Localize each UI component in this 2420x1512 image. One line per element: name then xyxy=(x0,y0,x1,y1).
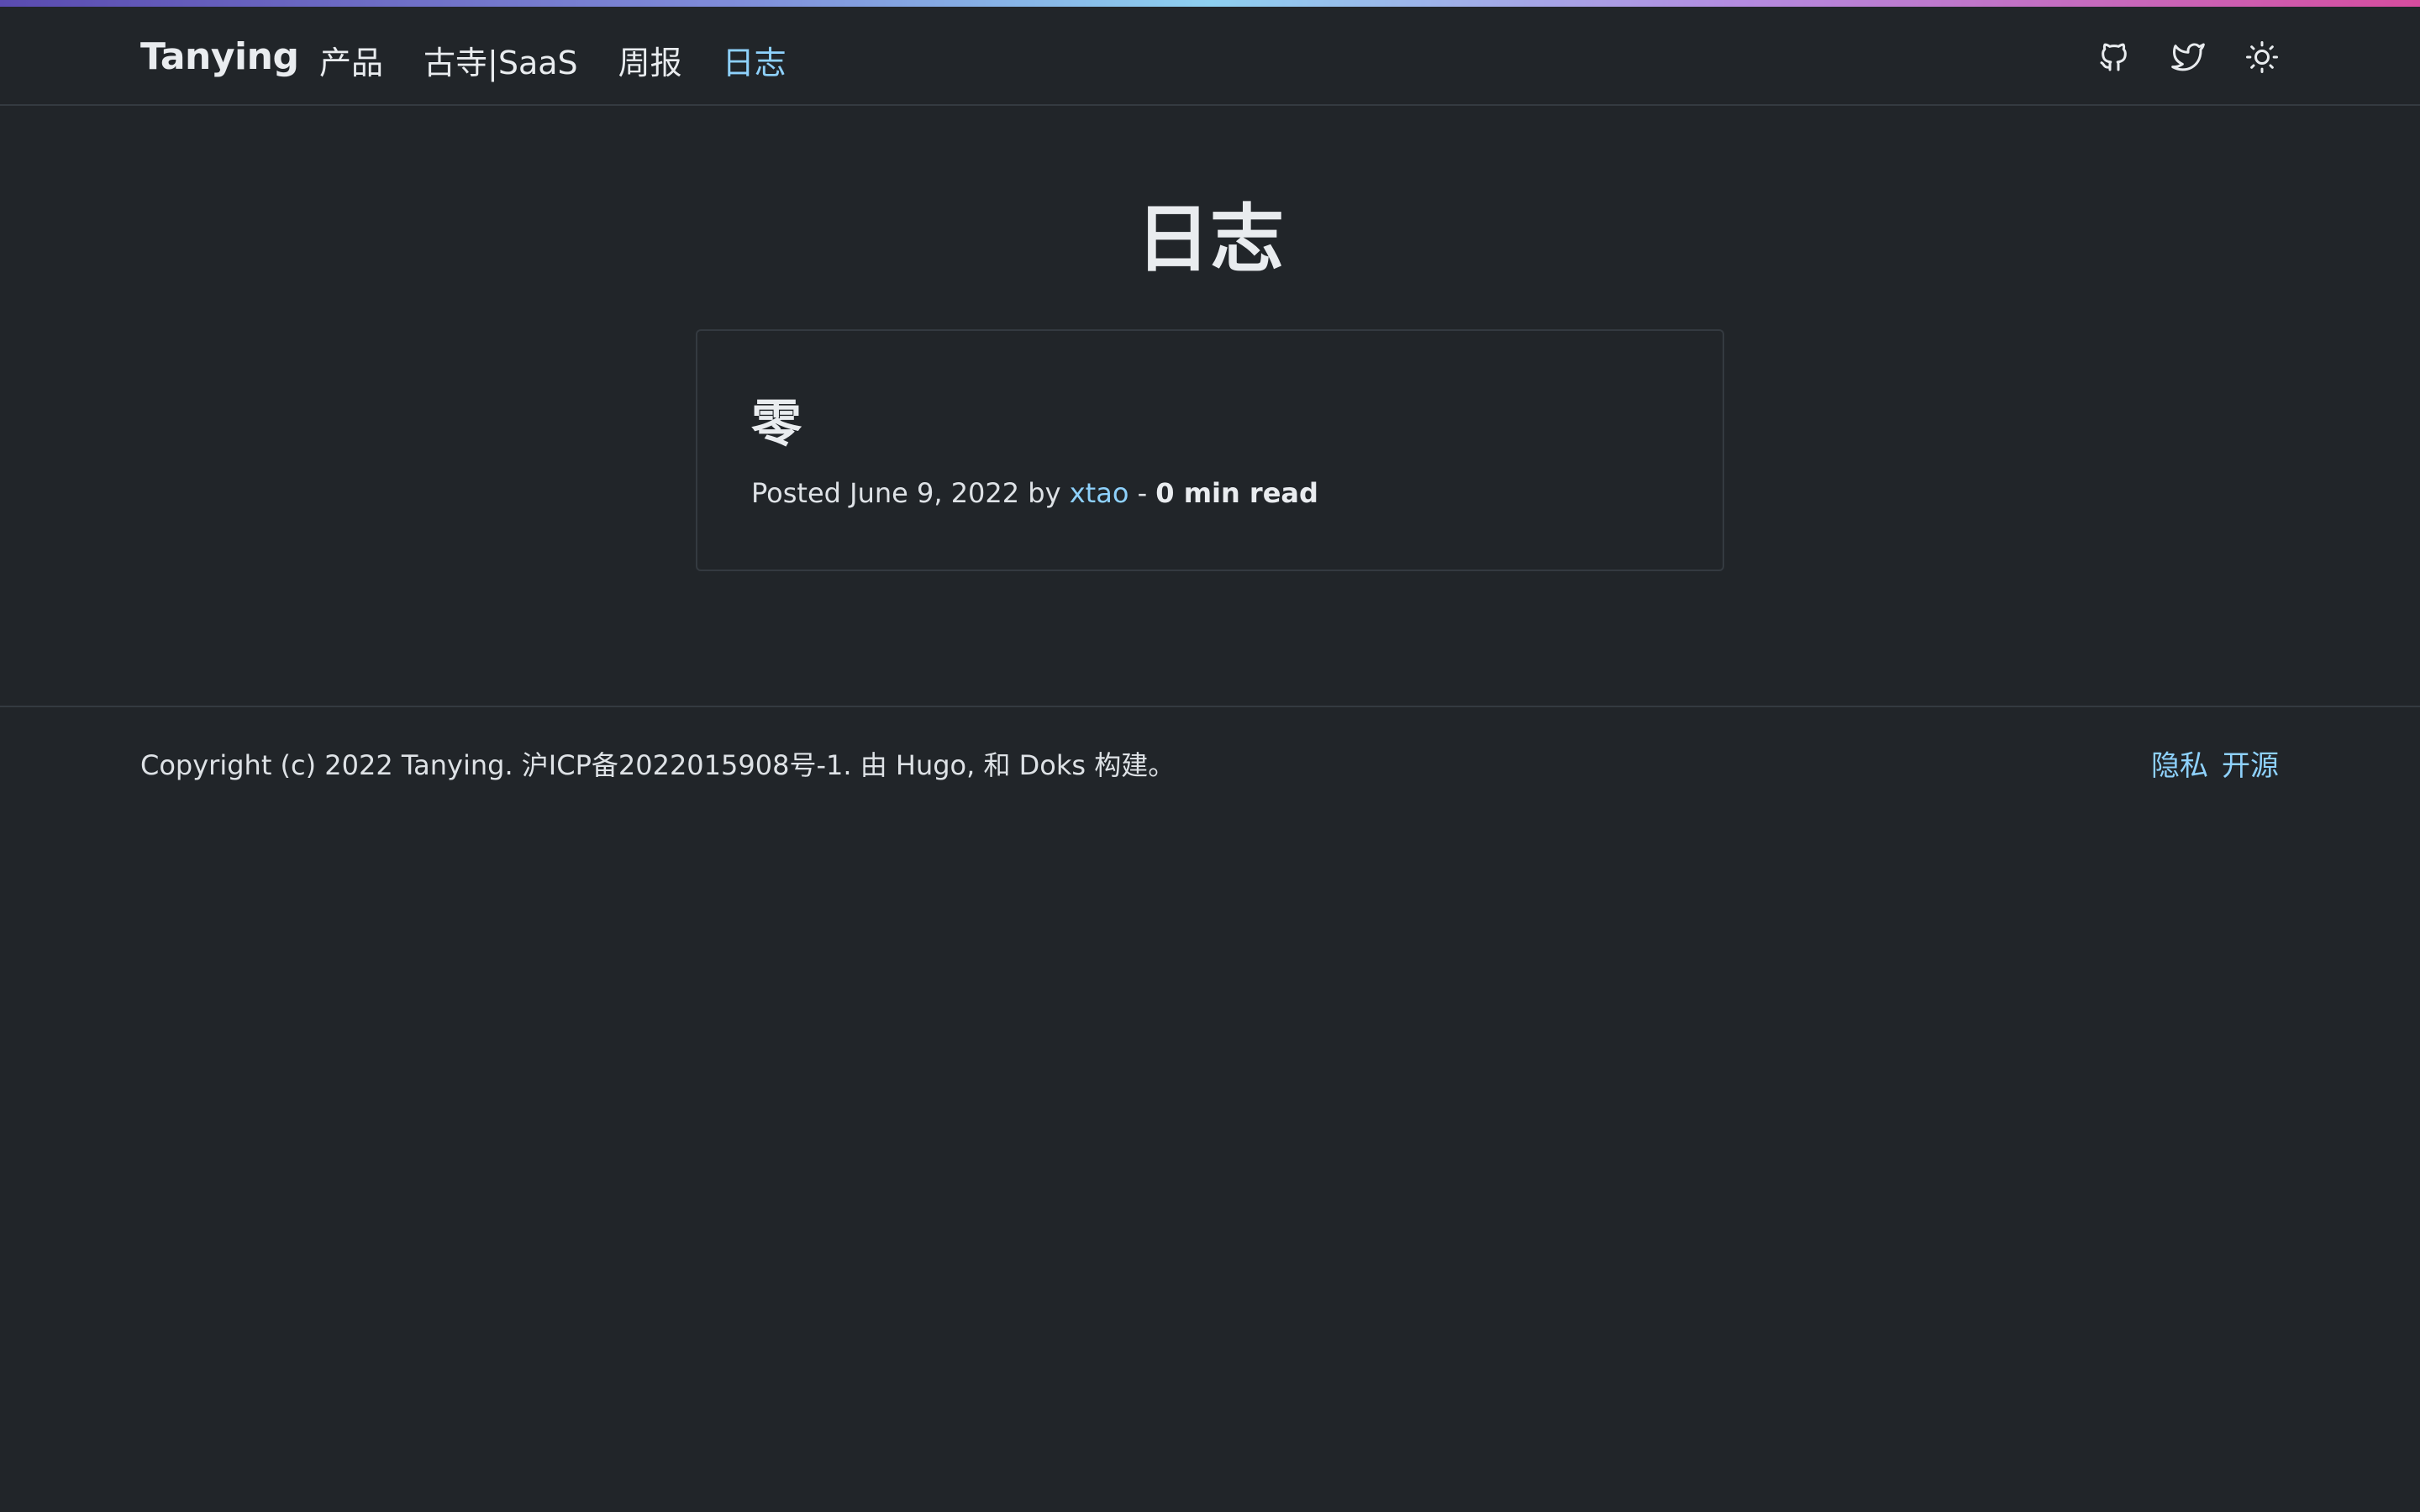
posted-label: Posted xyxy=(751,477,841,509)
nav-item-gusi-saas[interactable]: 古寺|SaaS xyxy=(424,37,578,83)
footer-copyright: Copyright (c) 2022 Tanying. 沪ICP备2022015… xyxy=(140,749,1176,781)
footer-link-open-source[interactable]: 开源 xyxy=(2222,743,2279,784)
header-icons xyxy=(2097,40,2279,74)
by-label: by xyxy=(1028,477,1061,509)
meta-separator: - xyxy=(1137,477,1148,509)
nav-item-weekly[interactable]: 周报 xyxy=(618,37,682,83)
read-time: 0 min read xyxy=(1155,477,1318,509)
post-author-link[interactable]: xtao xyxy=(1070,477,1129,509)
footer-divider xyxy=(0,706,2420,711)
post-meta: Posted June 9, 2022 by xtao - 0 min read xyxy=(751,477,1318,509)
footer-link-privacy[interactable]: 隐私 xyxy=(2151,743,2208,784)
top-gradient-bar xyxy=(0,0,2420,7)
footer-links: 隐私 开源 xyxy=(2151,743,2279,784)
nav-item-products[interactable]: 产品 xyxy=(319,37,383,83)
main-nav: 产品 古寺|SaaS 周报 日志 xyxy=(319,37,786,83)
twitter-icon[interactable] xyxy=(2171,40,2205,74)
brand-logo[interactable]: Tanying xyxy=(140,35,299,78)
post-date: June 9, 2022 xyxy=(850,477,1020,509)
page-title: 日志 xyxy=(1135,196,1284,282)
github-icon[interactable] xyxy=(2097,40,2131,74)
post-card[interactable]: 零 Posted June 9, 2022 by xtao - 0 min re… xyxy=(696,329,1724,571)
nav-item-blog[interactable]: 日志 xyxy=(723,37,786,83)
site-header: Tanying 产品 古寺|SaaS 周报 日志 xyxy=(0,7,2420,106)
post-title[interactable]: 零 xyxy=(751,383,802,456)
sun-icon[interactable] xyxy=(2245,40,2279,74)
